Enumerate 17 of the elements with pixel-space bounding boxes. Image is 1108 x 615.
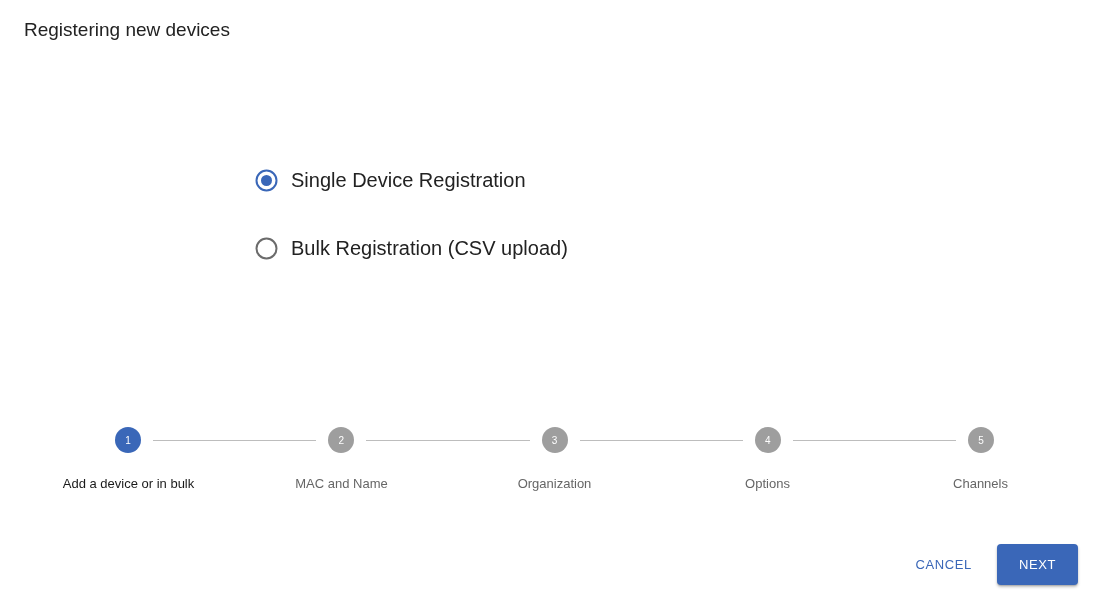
radio-button-icon[interactable] [255, 236, 278, 260]
cancel-button[interactable]: CANCEL [899, 544, 988, 585]
step-number: 4 [754, 427, 781, 453]
radio-label[interactable]: Bulk Registration (CSV upload) [291, 236, 568, 260]
radio-label[interactable]: Single Device Registration [291, 168, 526, 192]
step-label: MAC and Name [295, 476, 388, 492]
step-label: Organization [517, 476, 592, 492]
step-number: 3 [541, 427, 568, 453]
step-number: 2 [328, 427, 355, 453]
step-number: 1 [115, 427, 141, 453]
page-title: Registering new devices [24, 19, 230, 41]
step-number: 5 [968, 427, 994, 453]
radio-button-checked-icon[interactable] [255, 168, 278, 192]
next-button[interactable]: NEXT [996, 544, 1078, 585]
step-label: Options [745, 476, 790, 492]
step-label: Add a device or in bulk [62, 476, 195, 492]
step-label: Channels [953, 476, 1008, 492]
